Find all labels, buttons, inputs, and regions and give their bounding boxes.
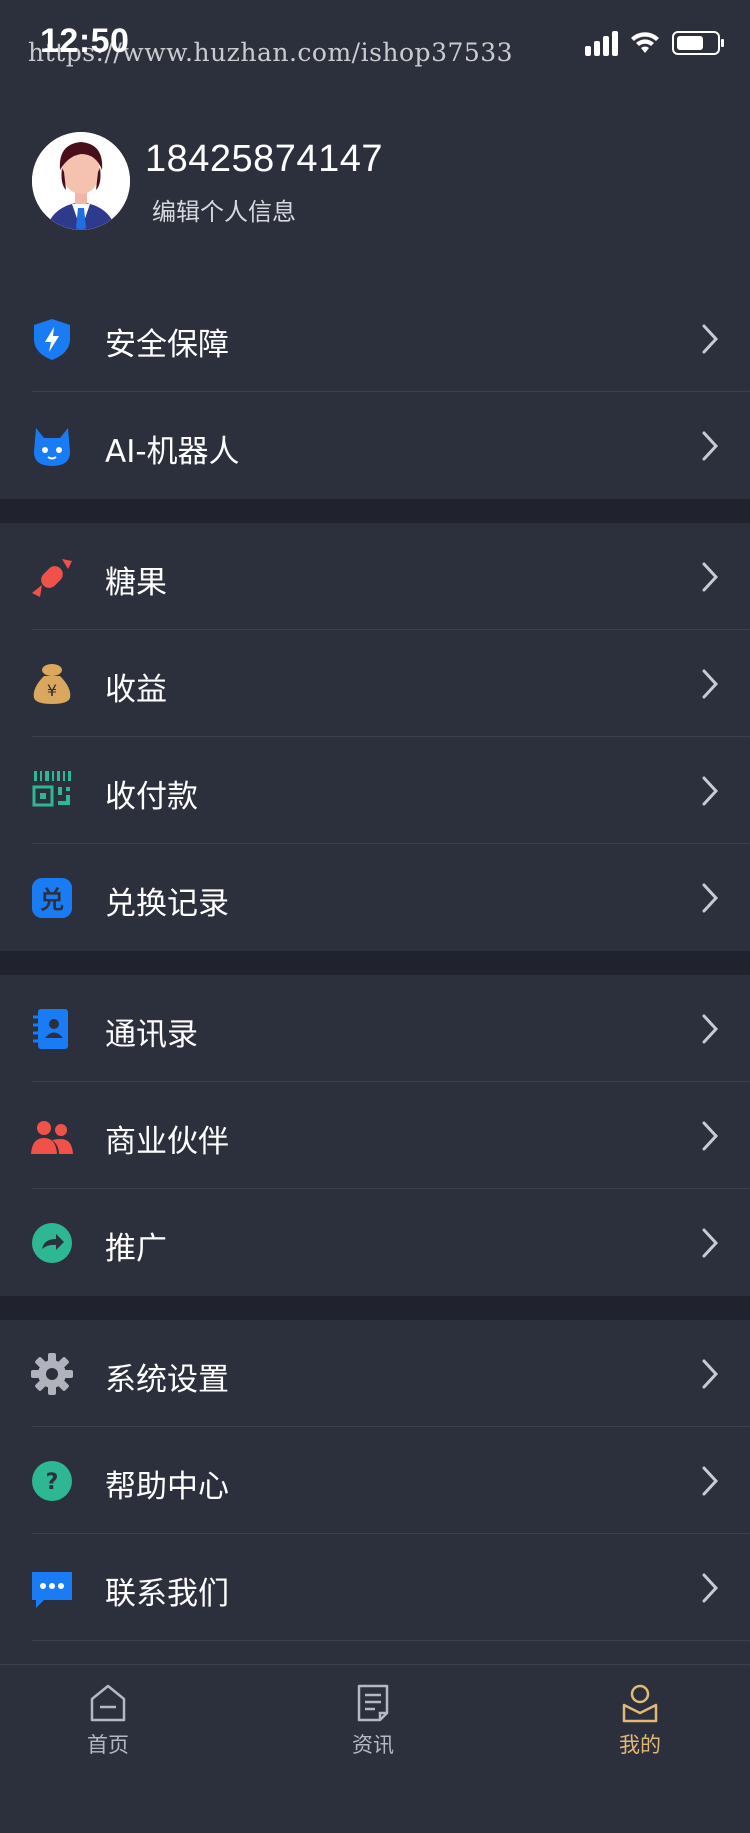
menu-item-candy[interactable]: 糖果 [0, 523, 750, 630]
edit-profile-link[interactable]: 编辑个人信息 [152, 192, 296, 227]
chevron-right-icon [702, 324, 719, 354]
svg-text:¥: ¥ [47, 681, 57, 700]
menu-label: 商业伙伴 [105, 1124, 229, 1160]
chevron-right-icon [702, 669, 719, 699]
tab-mine[interactable]: 我的 [580, 1683, 700, 1759]
chat-bubble-icon [32, 1572, 72, 1608]
section-separator [0, 951, 750, 975]
status-icons [585, 30, 724, 56]
cellular-signal-icon [585, 30, 618, 56]
svg-text:?: ? [46, 1470, 59, 1495]
help-icon: ? [32, 1461, 72, 1501]
menu-item-earnings[interactable]: ¥ 收益 [0, 630, 750, 737]
menu-item-promotion[interactable]: 推广 [0, 1189, 750, 1296]
qr-code-icon [32, 771, 71, 807]
chevron-right-icon [702, 1228, 719, 1258]
money-bag-icon: ¥ [33, 664, 71, 704]
menu-item-security[interactable]: 安全保障 [0, 285, 750, 392]
status-bar: 12:50 https://www.huzhan.com/ishop37533 [0, 0, 750, 80]
divider [32, 1640, 750, 1641]
menu-label: 兑换记录 [105, 886, 229, 922]
section-separator [0, 1296, 750, 1320]
menu-label: 帮助中心 [105, 1469, 229, 1505]
news-icon [357, 1684, 389, 1722]
profile-phone: 18425874147 [145, 138, 383, 180]
menu-item-exchange-records[interactable]: 兑 兑换记录 [0, 844, 750, 951]
tab-label: 首页 [87, 1733, 129, 1757]
menu-item-contact-us[interactable]: 联系我们 [0, 1534, 750, 1641]
menu-label: 推广 [105, 1231, 167, 1267]
chevron-right-icon [702, 1014, 719, 1044]
menu-label: 系统设置 [105, 1362, 229, 1398]
shield-bolt-icon [34, 319, 70, 360]
menu-label: AI-机器人 [105, 434, 240, 470]
tab-news[interactable]: 资讯 [313, 1683, 433, 1759]
menu-item-business-partners[interactable]: 商业伙伴 [0, 1082, 750, 1189]
menu-label: 安全保障 [105, 327, 229, 363]
menu-item-ai-robot[interactable]: AI-机器人 [0, 392, 750, 499]
menu-label: 通讯录 [105, 1017, 198, 1053]
menu-item-settings[interactable]: 系统设置 [0, 1320, 750, 1427]
chevron-right-icon [702, 1466, 719, 1496]
avatar[interactable] [32, 132, 130, 230]
chevron-right-icon [702, 776, 719, 806]
bottom-tab-bar: 首页 资讯 我的 [0, 1664, 750, 1833]
battery-icon [672, 31, 724, 55]
home-icon [90, 1684, 126, 1722]
menu-label: 收益 [105, 672, 167, 708]
share-arrow-icon [32, 1223, 72, 1263]
chevron-right-icon [702, 1359, 719, 1389]
menu-group-social: 通讯录 商业伙伴 推广 [0, 975, 750, 1296]
chevron-right-icon [702, 883, 719, 913]
menu-label: 收付款 [105, 779, 198, 815]
menu-item-payments[interactable]: 收付款 [0, 737, 750, 844]
gear-icon [31, 1353, 73, 1395]
profile-header[interactable]: 18425874147 编辑个人信息 [0, 130, 750, 240]
menu-group-security: 安全保障 AI-机器人 [0, 285, 750, 499]
wifi-icon [631, 32, 659, 53]
menu-item-contacts[interactable]: 通讯录 [0, 975, 750, 1082]
tab-label: 资讯 [352, 1733, 394, 1757]
section-separator [0, 499, 750, 523]
svg-text:兑: 兑 [40, 886, 64, 914]
robot-cat-icon [34, 428, 70, 466]
menu-label: 联系我们 [105, 1576, 229, 1612]
chevron-right-icon [702, 1121, 719, 1151]
menu-group-finance: 糖果 ¥ 收益 收付款 兑 兑换记录 [0, 523, 750, 951]
watermark-url: https://www.huzhan.com/ishop37533 [28, 38, 514, 67]
partners-icon [31, 1121, 73, 1154]
menu-label: 糖果 [105, 565, 167, 601]
profile-icon [622, 1684, 658, 1723]
menu-group-system: 系统设置 ? 帮助中心 联系我们 [0, 1320, 750, 1641]
chevron-right-icon [702, 1573, 719, 1603]
tab-home[interactable]: 首页 [48, 1683, 168, 1759]
contacts-book-icon [33, 1009, 68, 1049]
tab-label: 我的 [619, 1733, 661, 1757]
exchange-icon: 兑 [32, 878, 72, 918]
chevron-right-icon [702, 431, 719, 461]
candy-icon [32, 559, 72, 597]
chevron-right-icon [702, 562, 719, 592]
menu-item-help-center[interactable]: ? 帮助中心 [0, 1427, 750, 1534]
